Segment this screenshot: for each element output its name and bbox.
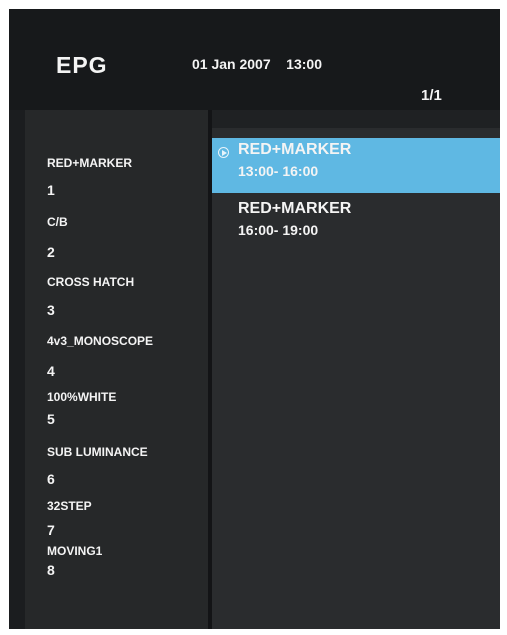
header: EPG 01 Jan 2007 13:00 1/1: [9, 9, 500, 110]
channel-number[interactable]: 6: [47, 471, 55, 487]
event-item-selected[interactable]: RED+MARKER 13:00- 16:00: [212, 138, 500, 193]
event-item[interactable]: RED+MARKER 16:00- 19:00: [212, 197, 500, 252]
page-indicator: 1/1: [421, 87, 442, 104]
event-list-topbar: [212, 110, 500, 128]
page-title: EPG: [56, 52, 108, 78]
channel-number[interactable]: 1: [47, 182, 55, 198]
date-time: 01 Jan 2007 13:00: [192, 56, 322, 72]
channel-name[interactable]: RED+MARKER: [47, 156, 132, 170]
channel-number[interactable]: 7: [47, 522, 55, 538]
channel-number[interactable]: 3: [47, 302, 55, 318]
channel-name[interactable]: 4v3_MONOSCOPE: [47, 334, 153, 348]
event-list: RED+MARKER 13:00- 16:00 RED+MARKER 16:00…: [212, 110, 500, 629]
epg-screen: EPG 01 Jan 2007 13:00 1/1 RED+MARKER 1 C…: [9, 9, 500, 629]
channel-list: RED+MARKER 1 C/B 2 CROSS HATCH 3 4v3_MON…: [25, 110, 208, 629]
channel-number[interactable]: 4: [47, 363, 55, 379]
channel-name[interactable]: C/B: [47, 215, 68, 229]
event-time: 13:00- 16:00: [238, 163, 319, 179]
channel-name[interactable]: 100%WHITE: [47, 390, 116, 404]
channel-name[interactable]: CROSS HATCH: [47, 275, 134, 289]
channel-name[interactable]: 32STEP: [47, 499, 92, 513]
channel-number[interactable]: 2: [47, 244, 55, 260]
event-time: 16:00- 19:00: [238, 222, 319, 238]
event-title: RED+MARKER: [238, 200, 352, 217]
play-icon: [218, 147, 229, 158]
channel-number[interactable]: 8: [47, 562, 55, 578]
channel-name[interactable]: MOVING1: [47, 544, 102, 558]
channel-number[interactable]: 5: [47, 411, 55, 427]
event-title: RED+MARKER: [238, 141, 352, 158]
channel-name[interactable]: SUB LUMINANCE: [47, 445, 148, 459]
